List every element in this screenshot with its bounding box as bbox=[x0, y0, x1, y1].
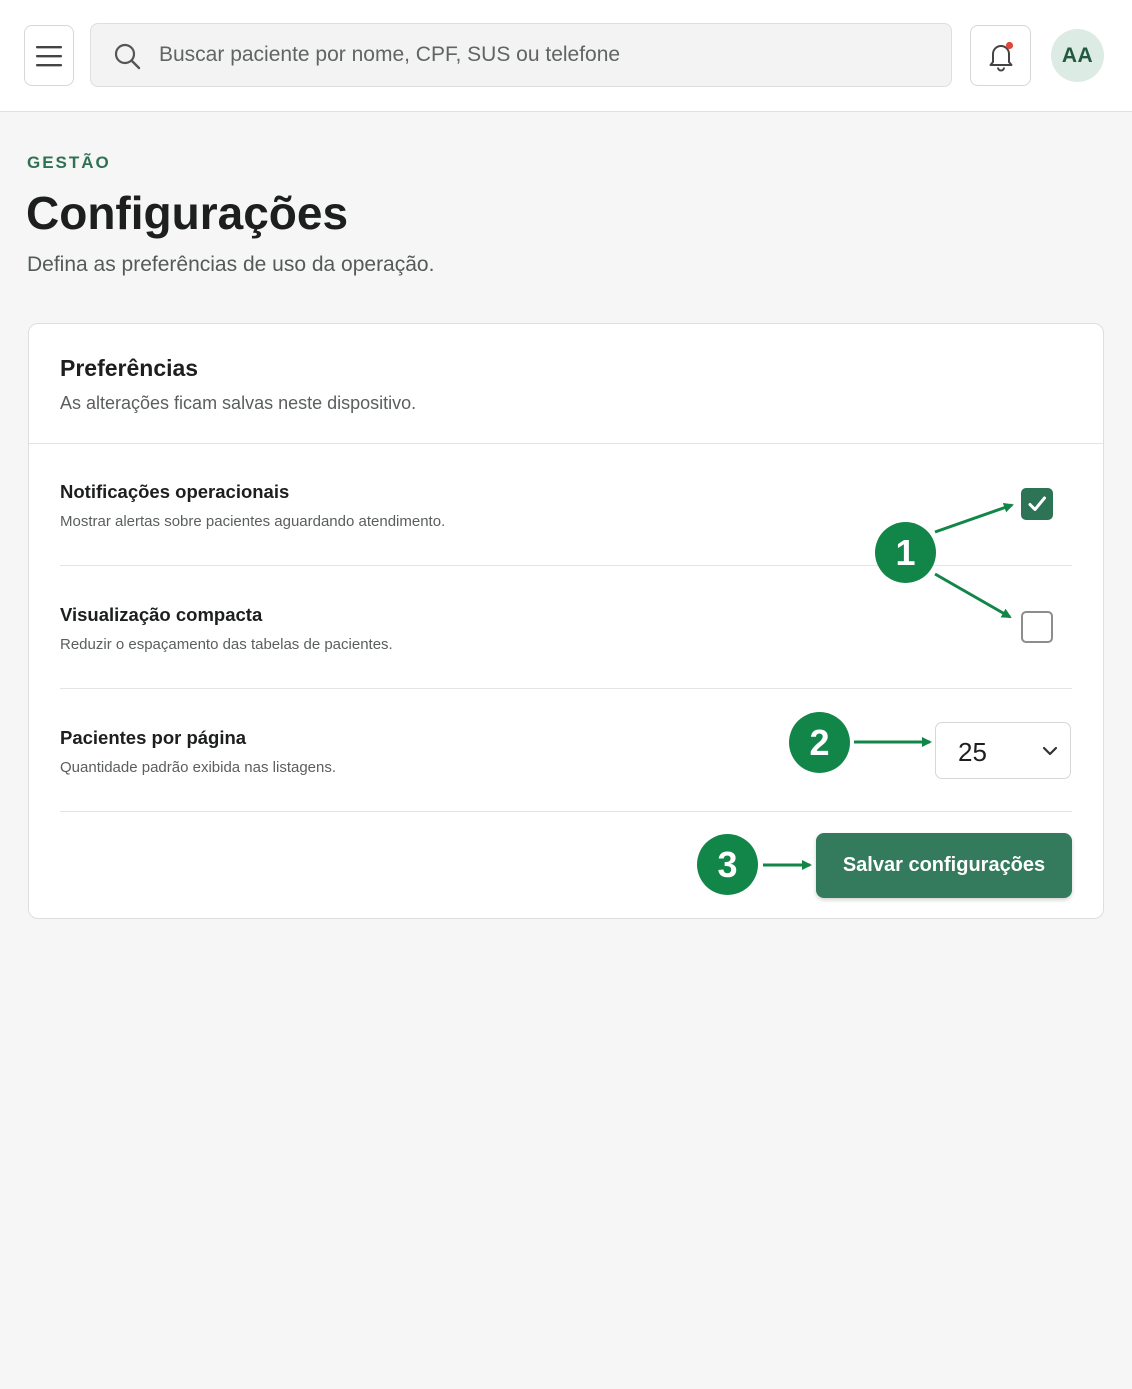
preferences-card: Preferências As alterações ficam salvas … bbox=[28, 323, 1104, 919]
setting-description: Reduzir o espaçamento das tabelas de pac… bbox=[60, 636, 393, 653]
setting-description: Quantidade padrão exibida nas listagens. bbox=[60, 759, 337, 776]
setting-description: Mostrar alertas sobre pacientes aguardan… bbox=[60, 513, 446, 530]
chevron-down-icon bbox=[1042, 746, 1058, 756]
card-subtitle: As alterações ficam salvas neste disposi… bbox=[60, 393, 417, 413]
top-bar: AA bbox=[0, 0, 1132, 112]
notifications-checkbox[interactable] bbox=[1021, 488, 1053, 520]
section-eyebrow: GESTÃO bbox=[27, 153, 111, 172]
annotation-badge-1: 1 bbox=[875, 522, 936, 583]
page-title: Configurações bbox=[26, 187, 349, 239]
setting-title: Pacientes por página bbox=[60, 727, 247, 748]
check-icon bbox=[1028, 496, 1046, 511]
setting-row-compact-view: Visualização compacta Reduzir o espaçame… bbox=[60, 567, 1072, 689]
setting-title: Notificações operacionais bbox=[60, 481, 290, 502]
notification-dot bbox=[1005, 41, 1013, 49]
card-title: Preferências bbox=[60, 355, 199, 381]
avatar[interactable]: AA bbox=[1051, 29, 1104, 82]
page-subtitle: Defina as preferências de uso da operaçã… bbox=[27, 253, 435, 276]
search-input[interactable] bbox=[159, 24, 919, 86]
compact-view-checkbox[interactable] bbox=[1021, 611, 1053, 643]
setting-row-patients-per-page: Pacientes por página Quantidade padrão e… bbox=[60, 690, 1072, 812]
save-settings-button[interactable]: Salvar configurações bbox=[816, 833, 1072, 898]
menu-button[interactable] bbox=[24, 25, 74, 86]
search-icon bbox=[114, 43, 141, 70]
bell-icon bbox=[989, 41, 1013, 71]
setting-title: Visualização compacta bbox=[60, 604, 263, 625]
select-value: 25 bbox=[958, 737, 987, 767]
hamburger-menu-icon bbox=[36, 45, 62, 66]
notifications-button[interactable] bbox=[970, 25, 1031, 86]
search-box bbox=[90, 23, 952, 87]
card-header: Preferências As alterações ficam salvas … bbox=[29, 324, 1103, 444]
annotation-badge-2: 2 bbox=[789, 712, 850, 773]
patients-per-page-select[interactable]: 25 bbox=[935, 722, 1071, 779]
annotation-badge-3: 3 bbox=[697, 834, 758, 895]
